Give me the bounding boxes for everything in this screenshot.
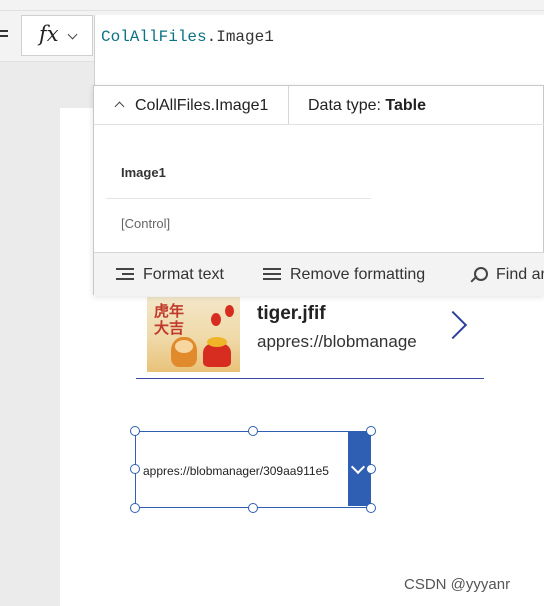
intellisense-header[interactable]: ColAllFiles.Image1 Data type: Table <box>94 86 544 125</box>
chevron-up-icon[interactable] <box>114 101 125 112</box>
search-icon <box>469 266 488 284</box>
chevron-right-icon[interactable] <box>438 310 468 340</box>
top-strip <box>0 0 544 11</box>
column-divider <box>106 198 371 199</box>
gold-shape <box>207 337 227 347</box>
formula-text: ColAllFiles.Image1 <box>101 28 274 46</box>
data-type-text: Data type: Table <box>308 97 426 115</box>
resize-handle-top[interactable] <box>248 426 258 436</box>
gallery-item-title: tiger.jfif <box>257 303 326 324</box>
resize-handle-bottom[interactable] <box>248 503 258 513</box>
gallery-item[interactable]: 虎年大吉 tiger.jfif appres://blobmanage <box>136 285 484 380</box>
intellisense-expression: ColAllFiles.Image1 <box>135 97 269 114</box>
resize-handle-right[interactable] <box>366 464 376 474</box>
gallery-separator <box>136 378 484 379</box>
formula-input[interactable]: ColAllFiles.Image1 <box>94 15 544 85</box>
data-type-value: Table <box>385 97 426 114</box>
remove-formatting-icon <box>263 267 281 282</box>
resize-handle-top-left[interactable] <box>130 426 140 436</box>
fx-button[interactable]: fx <box>21 15 93 56</box>
thumbnail-caption: 虎年大吉 <box>153 302 184 337</box>
resize-handle-bottom-right[interactable] <box>366 503 376 513</box>
data-type-label: Data type: <box>308 97 386 114</box>
remove-formatting-label: Remove formatting <box>290 266 426 283</box>
resize-handle-bottom-left[interactable] <box>130 503 140 513</box>
watermark: CSDN @yyyanr <box>404 576 511 593</box>
remove-formatting-button[interactable]: Remove formatting <box>263 266 425 284</box>
column-type: [Control] <box>121 216 171 231</box>
resize-handle-top-right[interactable] <box>366 426 376 436</box>
lantern-shape <box>211 313 221 326</box>
format-text-icon <box>116 267 134 282</box>
resize-handle-left[interactable] <box>130 464 140 474</box>
chevron-down-icon <box>350 459 366 475</box>
tiger-face-shape <box>175 340 193 353</box>
chevron-down-icon <box>67 29 78 40</box>
find-button[interactable]: Find an <box>469 266 544 284</box>
tiger-image-thumbnail: 虎年大吉 <box>147 297 240 372</box>
format-text-label: Format text <box>143 266 224 283</box>
formula-toolbar: Format text Remove formatting Find an <box>94 252 544 296</box>
formula-property-token: .Image1 <box>206 28 274 46</box>
lantern-shape <box>225 305 234 317</box>
fx-label: fx <box>39 22 59 46</box>
find-label: Find an <box>496 266 544 284</box>
header-divider <box>288 86 289 124</box>
intellisense-popup: ColAllFiles.Image1 Data type: Table Imag… <box>93 85 544 296</box>
column-name: Image1 <box>121 165 166 180</box>
gallery-item-subtitle: appres://blobmanage <box>257 332 417 351</box>
formula-collection-token: ColAllFiles <box>101 28 207 46</box>
dropdown-control[interactable]: appres://blobmanager/309aa911e5 <box>135 431 371 508</box>
dropdown-selected-value: appres://blobmanager/309aa911e5 <box>143 464 329 478</box>
properties-menu-icon[interactable] <box>0 27 8 41</box>
format-text-button[interactable]: Format text <box>116 266 224 284</box>
